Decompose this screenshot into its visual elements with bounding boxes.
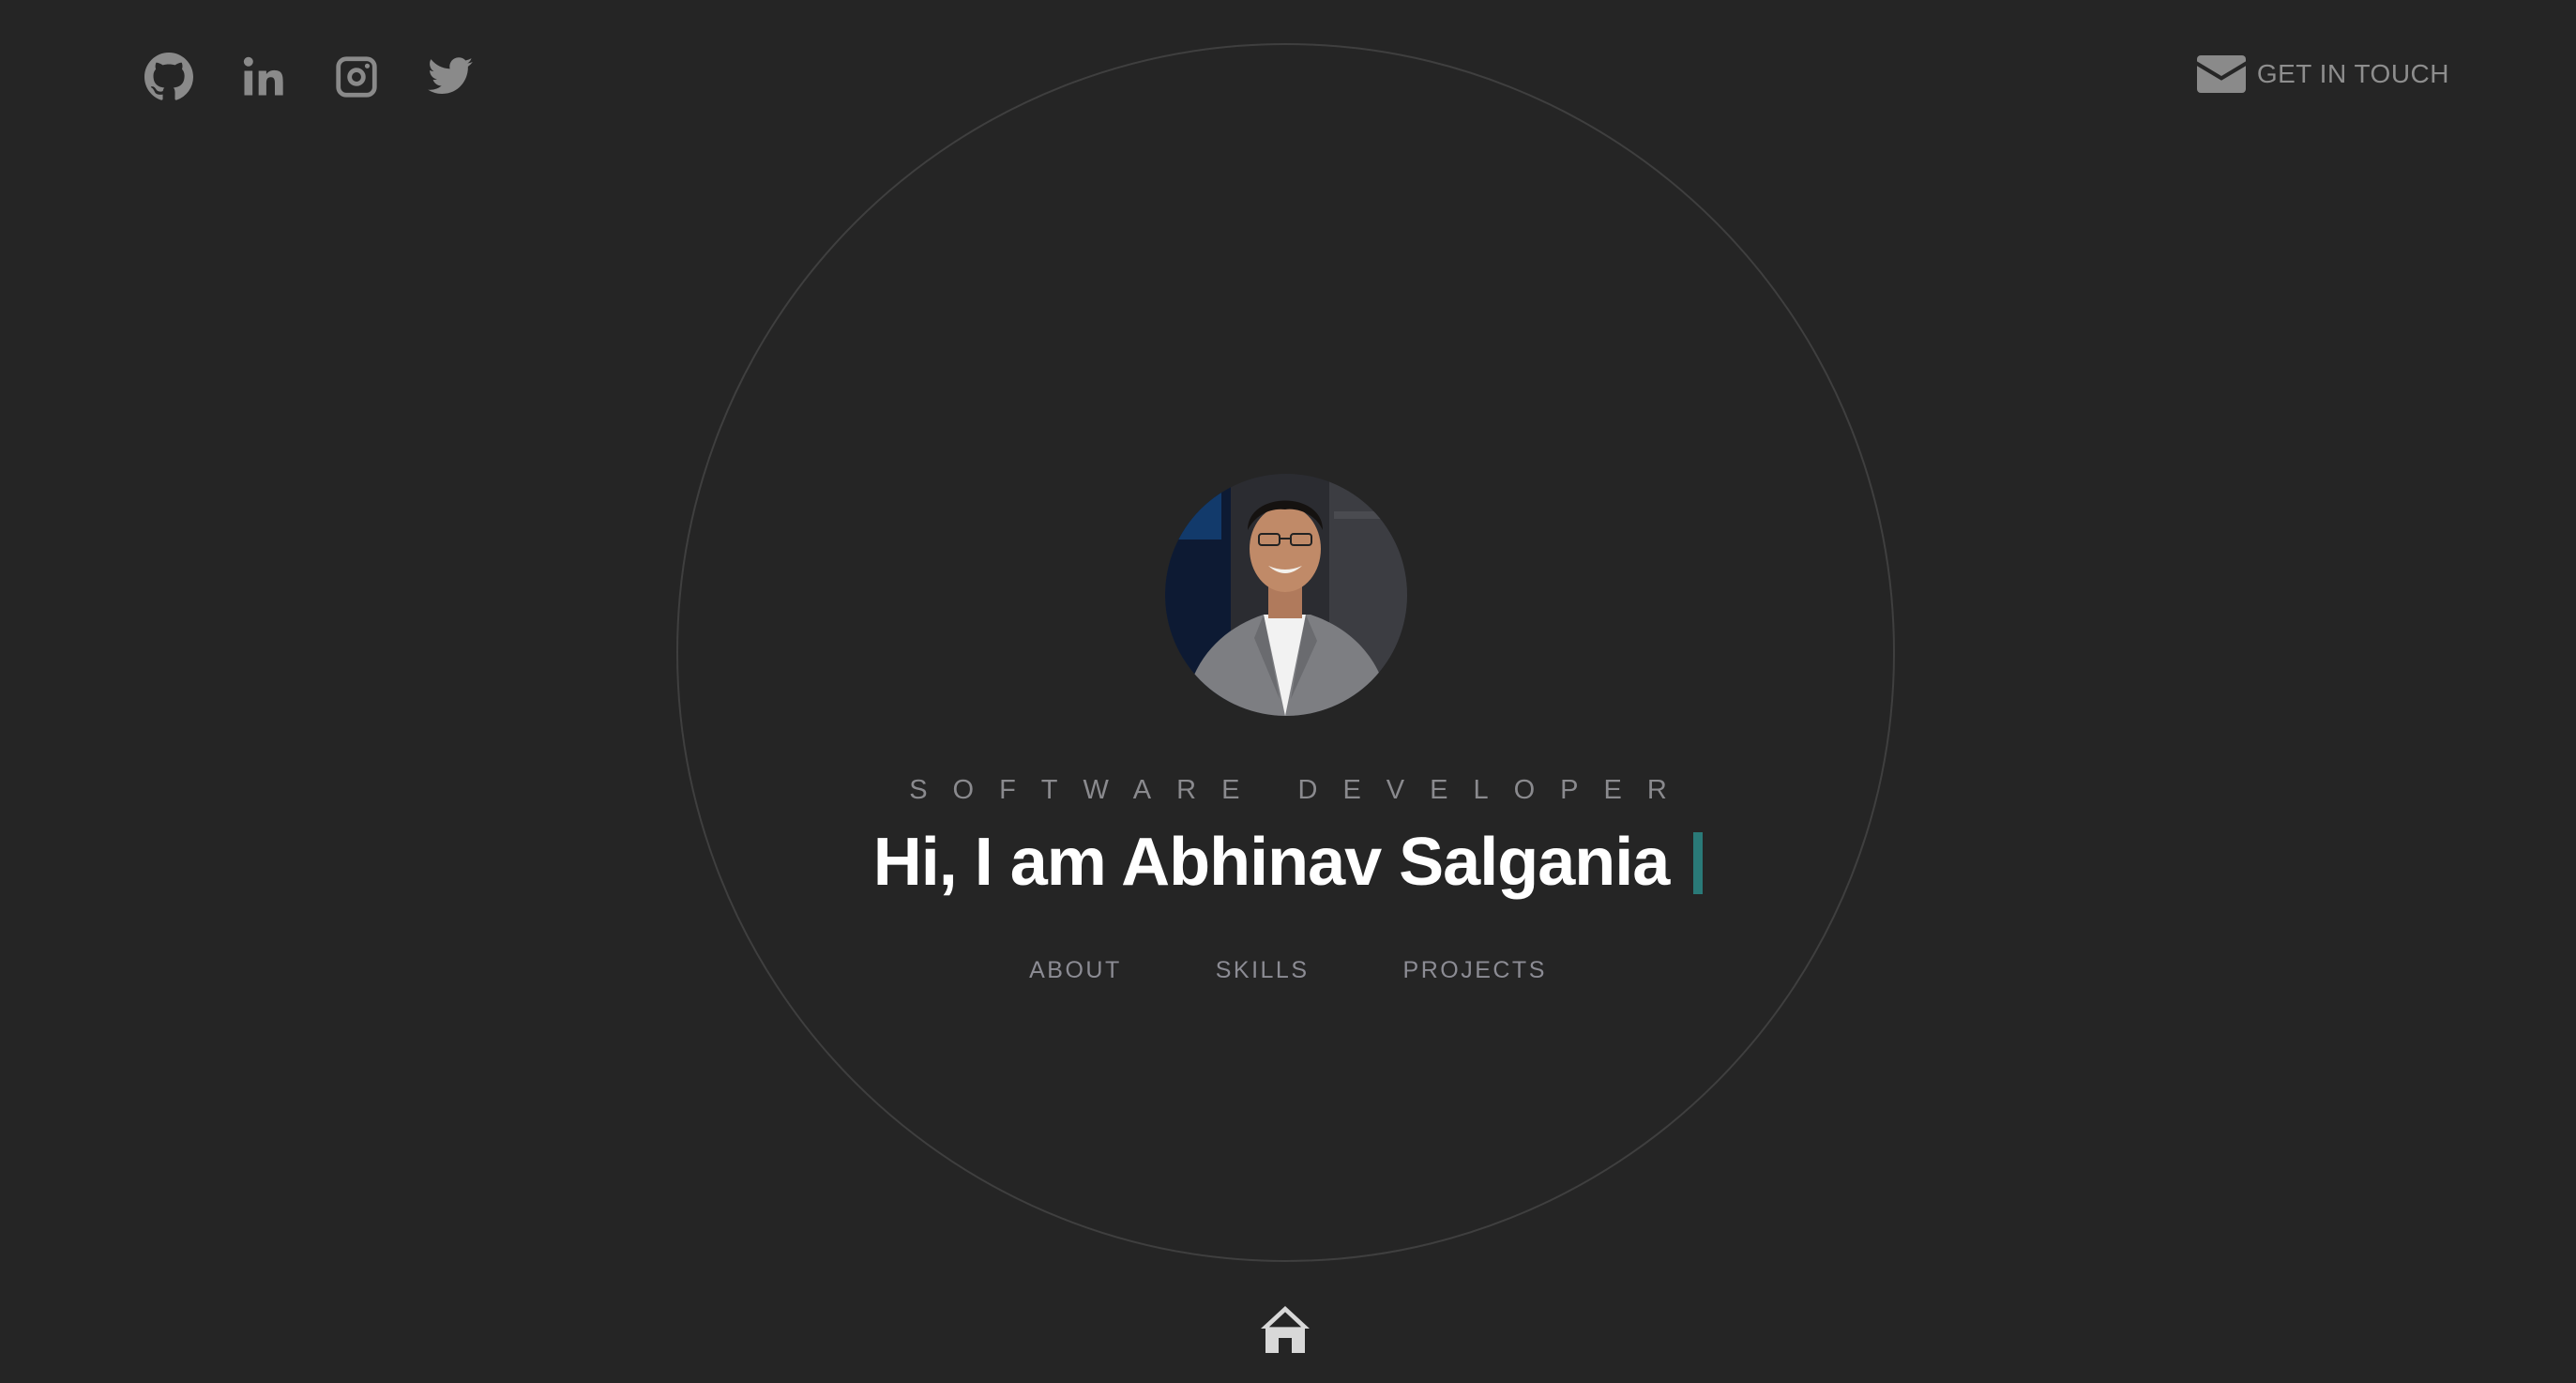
nav-projects[interactable]: PROJECTS	[1403, 957, 1547, 984]
nav-about[interactable]: ABOUT	[1029, 957, 1122, 984]
home-icon	[1261, 1306, 1310, 1353]
profile-photo	[1165, 474, 1407, 716]
home-button[interactable]	[1261, 1306, 1310, 1353]
instagram-link[interactable]	[328, 49, 385, 105]
headline-text: Hi, I am Abhinav Salgania	[872, 825, 1671, 900]
social-links	[141, 49, 516, 105]
linkedin-icon	[243, 56, 283, 96]
section-nav: ABOUT SKILLS PROJECTS	[0, 957, 2576, 984]
instagram-icon	[336, 56, 377, 98]
twitter-link[interactable]	[422, 49, 478, 105]
get-in-touch-button[interactable]: GET IN TOUCH	[2196, 54, 2449, 94]
linkedin-link[interactable]	[235, 49, 291, 105]
get-in-touch-label: GET IN TOUCH	[2256, 59, 2449, 88]
profile-avatar	[1165, 474, 1407, 716]
nav-skills[interactable]: SKILLS	[1216, 957, 1310, 984]
envelope-icon	[2196, 55, 2246, 93]
github-link[interactable]	[141, 49, 197, 105]
typing-cursor	[1693, 832, 1704, 894]
hero-headline: Hi, I am Abhinav Salgania	[0, 824, 2576, 901]
github-icon	[144, 53, 193, 100]
page: GET IN TOUCH SOFTWARE DEVELOPER Hi, I am…	[0, 0, 2576, 1383]
twitter-icon	[428, 57, 473, 94]
role-subtitle: SOFTWARE DEVELOPER	[909, 775, 1692, 805]
